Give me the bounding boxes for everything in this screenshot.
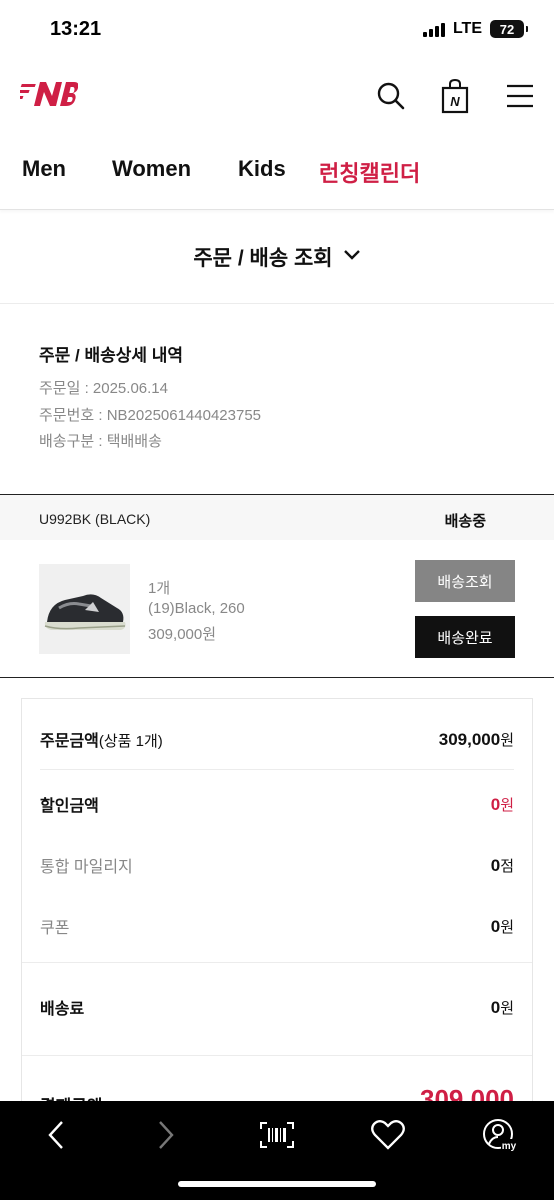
order-amount-value: 309,000원 <box>438 729 514 749</box>
status-time: 13:21 <box>50 18 102 40</box>
nav-item-men[interactable]: Men <box>22 156 66 182</box>
shipping-value: 0원 <box>490 997 514 1017</box>
payment-summary: 주문금액(상품 1개) 309,000원 할인금액 0원 통합 마일리지 0점 … <box>21 698 533 1118</box>
search-icon[interactable] <box>374 76 408 116</box>
discount-value: 0원 <box>490 794 514 814</box>
svg-text:N: N <box>450 94 460 109</box>
category-nav: Men Women Kids 런칭캘린더 <box>0 132 554 210</box>
track-delivery-button[interactable]: 배송조회 <box>415 560 515 602</box>
network-label: LTE <box>452 20 482 37</box>
coupon-row: 쿠폰 0원 <box>40 914 514 938</box>
order-amount-label: 주문금액(상품 1개) <box>40 733 163 750</box>
new-balance-logo[interactable] <box>12 78 79 117</box>
shipping-row: 배송료 0원 <box>40 995 514 1019</box>
nav-item-launch-calendar[interactable]: 런칭캘린더 <box>319 156 420 188</box>
order-amount-row: 주문금액(상품 1개) 309,000원 <box>40 727 514 751</box>
nav-item-kids[interactable]: Kids <box>238 156 286 182</box>
divider <box>22 962 532 963</box>
signal-icon <box>422 21 445 37</box>
discount-row: 할인금액 0원 <box>40 792 514 816</box>
coupon-value: 0원 <box>490 916 514 936</box>
mileage-value: 0점 <box>490 855 514 875</box>
product-quantity: 1개 <box>148 580 171 597</box>
coupon-label: 쿠폰 <box>40 920 70 937</box>
nav-item-women[interactable]: Women <box>112 156 191 182</box>
shopping-bag-icon[interactable]: N <box>438 76 472 116</box>
product-item: 1개 (19)Black, 260 309,000원 배송조회 배송완료 <box>0 540 554 678</box>
delivery-complete-button[interactable]: 배송완료 <box>415 616 515 658</box>
battery-icon: 72 <box>490 20 528 38</box>
my-page-icon[interactable]: my <box>477 1115 521 1155</box>
delivery-type: 배송구분 : 택배배송 <box>39 433 162 450</box>
divider <box>40 769 514 770</box>
product-price: 309,000원 <box>148 626 217 643</box>
forward-arrow-icon[interactable] <box>144 1115 188 1155</box>
back-arrow-icon[interactable] <box>34 1115 78 1155</box>
order-date: 주문일 : 2025.06.14 <box>39 380 168 397</box>
divider <box>22 1055 532 1056</box>
chevron-down-icon <box>343 248 361 266</box>
menu-icon[interactable] <box>503 76 537 116</box>
delivery-status: 배송중 <box>444 513 486 530</box>
order-detail-section: 주문 / 배송상세 내역 주문일 : 2025.06.14 주문번호 : NB2… <box>0 304 554 494</box>
mileage-row: 통합 마일리지 0점 <box>40 853 514 877</box>
barcode-icon[interactable] <box>255 1115 299 1155</box>
status-bar: 13:21 LTE 72 <box>0 0 554 62</box>
page-title: 주문 / 배송 조회 <box>193 246 333 270</box>
discount-label: 할인금액 <box>40 798 99 815</box>
product-image[interactable] <box>39 564 130 654</box>
svg-text:my: my <box>502 1141 517 1152</box>
site-header: N <box>0 62 554 132</box>
status-indicators: LTE 72 <box>422 20 528 38</box>
heart-icon[interactable] <box>366 1115 410 1155</box>
product-name: U992BK (BLACK) <box>39 511 151 527</box>
home-indicator <box>178 1181 376 1187</box>
product-option: (19)Black, 260 <box>148 600 245 617</box>
order-number: 주문번호 : NB2025061440423755 <box>39 407 262 424</box>
product-header: U992BK (BLACK) 배송중 <box>0 494 554 540</box>
order-detail-heading: 주문 / 배송상세 내역 <box>39 346 184 365</box>
mileage-label: 통합 마일리지 <box>40 859 133 876</box>
page-title-dropdown[interactable]: 주문 / 배송 조회 <box>0 210 554 304</box>
shipping-label: 배송료 <box>40 1001 85 1018</box>
